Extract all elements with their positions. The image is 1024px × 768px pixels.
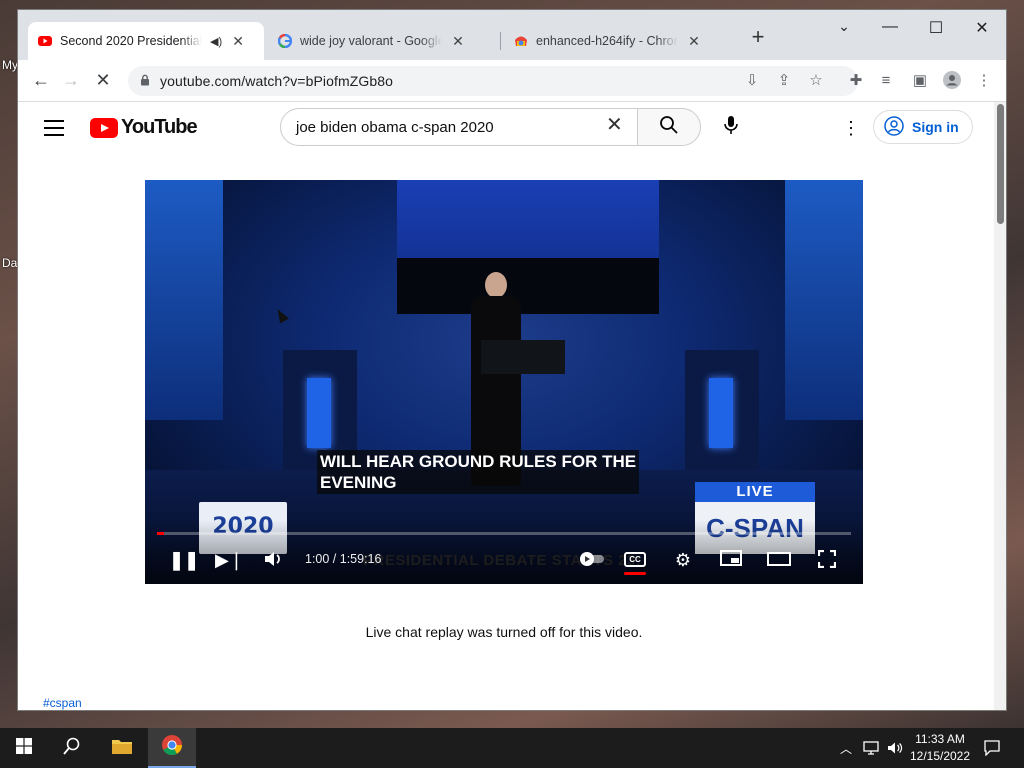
desktop-icon-label[interactable]: My	[2, 58, 18, 72]
sign-in-label: Sign in	[912, 119, 959, 135]
live-badge: LIVE	[695, 482, 815, 502]
side-panel-icon[interactable]: ▣	[910, 71, 930, 91]
account-circle-icon	[884, 115, 904, 139]
youtube-logo[interactable]: YouTube	[90, 116, 198, 139]
minimize-button[interactable]: —	[878, 18, 902, 36]
windows-taskbar: ︿ 11:33 AM 12/15/2022	[0, 728, 1024, 768]
pause-icon[interactable]: ❚❚	[169, 550, 199, 570]
tab-chrome-web-store[interactable]: enhanced-h264ify - Chrome Web Store ✕	[504, 22, 736, 60]
progress-fill	[157, 532, 164, 535]
next-video-icon[interactable]: ▶❘	[215, 550, 244, 570]
tab-search-icon[interactable]: ⌄	[832, 18, 856, 35]
stage-screen-right	[785, 180, 863, 420]
action-center-icon[interactable]	[980, 728, 1004, 768]
url-text[interactable]: youtube.com/watch?v=bPiofmZGb8o	[160, 73, 393, 89]
podium-right	[685, 350, 759, 470]
settings-gear-icon[interactable]: ⚙	[671, 550, 695, 570]
chrome-taskbar-button[interactable]	[148, 728, 196, 768]
youtube-wordmark: YouTube	[121, 116, 198, 138]
closed-caption: WILL HEAR GROUND RULES FOR THE EVENING	[317, 450, 640, 494]
youtube-play-icon	[90, 117, 118, 138]
extensions-icon[interactable]: ✚	[846, 71, 866, 91]
google-favicon-icon	[278, 34, 292, 48]
install-app-icon[interactable]: ⇩	[742, 71, 762, 91]
volume-icon[interactable]	[884, 728, 906, 768]
search-icon	[659, 115, 679, 140]
youtube-favicon-icon	[38, 34, 52, 48]
video-player[interactable]: WILL HEAR GROUND RULES FOR THE EVENING 2…	[145, 180, 863, 584]
search-icon	[63, 737, 81, 760]
chrome-menu-icon[interactable]: ⋮	[974, 71, 994, 91]
settings-more-icon[interactable]: ⋮	[842, 118, 860, 139]
close-tab-icon[interactable]: ✕	[230, 33, 246, 50]
tab-title: Second 2020 Presidential Debate between …	[60, 34, 202, 48]
start-button[interactable]	[4, 728, 44, 768]
reading-list-icon[interactable]: ≡	[876, 71, 896, 91]
taskbar-search-button[interactable]	[52, 728, 92, 768]
hashtag-link[interactable]: #cspan	[43, 696, 82, 710]
network-icon[interactable]	[860, 728, 882, 768]
fullscreen-icon[interactable]	[815, 549, 839, 572]
tab-google-search[interactable]: wide joy valorant - Google Search ✕	[268, 22, 500, 60]
desktop-icon-label[interactable]: Da	[2, 256, 17, 270]
voice-search-button[interactable]	[712, 108, 750, 146]
page-scrollbar[interactable]	[994, 102, 1006, 710]
clear-search-icon[interactable]: ✕	[606, 115, 623, 135]
search-input[interactable]: joe biden obama c-span 2020	[280, 108, 638, 146]
forward-icon[interactable]: →	[60, 70, 82, 91]
chrome-web-store-icon	[514, 34, 528, 48]
close-window-button[interactable]: ✕	[970, 18, 994, 38]
miniplayer-icon[interactable]	[719, 550, 743, 570]
chrome-icon	[161, 734, 183, 761]
hamburger-menu-icon[interactable]	[44, 120, 64, 141]
stage-banner	[397, 258, 659, 314]
maximize-button[interactable]: ☐	[924, 18, 948, 38]
share-icon[interactable]: ⇪	[774, 71, 794, 91]
audio-playing-icon[interactable]: ◀)	[210, 35, 222, 48]
clock-date: 12/15/2022	[909, 749, 971, 763]
close-tab-icon[interactable]: ✕	[686, 33, 702, 50]
live-chat-notice: Live chat replay was turned off for this…	[365, 624, 643, 640]
file-explorer-button[interactable]	[102, 728, 142, 768]
tab-separator	[500, 32, 501, 50]
youtube-page: YouTube joe biden obama c-span 2020 ✕ ⋮ …	[18, 102, 1006, 710]
tab-title: enhanced-h264ify - Chrome Web Store	[536, 34, 678, 48]
tab-strip: Second 2020 Presidential Debate between …	[18, 10, 1006, 60]
tab-title: wide joy valorant - Google Search	[300, 34, 442, 48]
lock-icon[interactable]	[140, 74, 152, 89]
volume-icon[interactable]	[261, 550, 285, 572]
browser-toolbar: ← → ✕ youtube.com/watch?v=bPiofmZGb8o ⇩ …	[18, 60, 1006, 102]
caption-line: WILL HEAR GROUND RULES FOR THE	[320, 452, 637, 471]
tab-youtube[interactable]: Second 2020 Presidential Debate between …	[28, 22, 264, 60]
subtitles-active-indicator	[624, 572, 646, 575]
theater-mode-icon[interactable]	[767, 550, 791, 570]
subtitles-icon[interactable]: CC	[624, 552, 646, 567]
autoplay-toggle-icon[interactable]	[579, 550, 604, 570]
lectern	[481, 340, 565, 374]
time-display: 1:00 / 1:59:16	[305, 552, 382, 566]
scrollbar-thumb[interactable]	[997, 104, 1004, 224]
taskbar-clock[interactable]: 11:33 AM 12/15/2022	[906, 731, 974, 765]
search-button[interactable]	[637, 108, 701, 146]
folder-icon	[111, 737, 133, 760]
youtube-header: YouTube joe biden obama c-span 2020 ✕ ⋮ …	[18, 102, 1006, 158]
show-hidden-icons-icon[interactable]: ︿	[836, 728, 856, 768]
new-tab-button[interactable]: +	[748, 24, 768, 50]
profile-icon[interactable]	[942, 71, 962, 91]
progress-bar[interactable]	[157, 532, 851, 535]
stop-loading-icon[interactable]: ✕	[92, 70, 114, 91]
sign-in-button[interactable]: Sign in	[873, 110, 973, 144]
caption-line: EVENING	[320, 473, 397, 492]
bookmark-star-icon[interactable]: ☆	[806, 71, 826, 91]
close-tab-icon[interactable]: ✕	[450, 33, 466, 50]
stage-screen-left	[145, 180, 223, 420]
clock-time: 11:33 AM	[915, 732, 965, 746]
back-icon[interactable]: ←	[30, 70, 52, 91]
windows-logo-icon	[16, 737, 32, 759]
microphone-icon	[724, 115, 738, 140]
browser-window: Second 2020 Presidential Debate between …	[18, 10, 1006, 710]
